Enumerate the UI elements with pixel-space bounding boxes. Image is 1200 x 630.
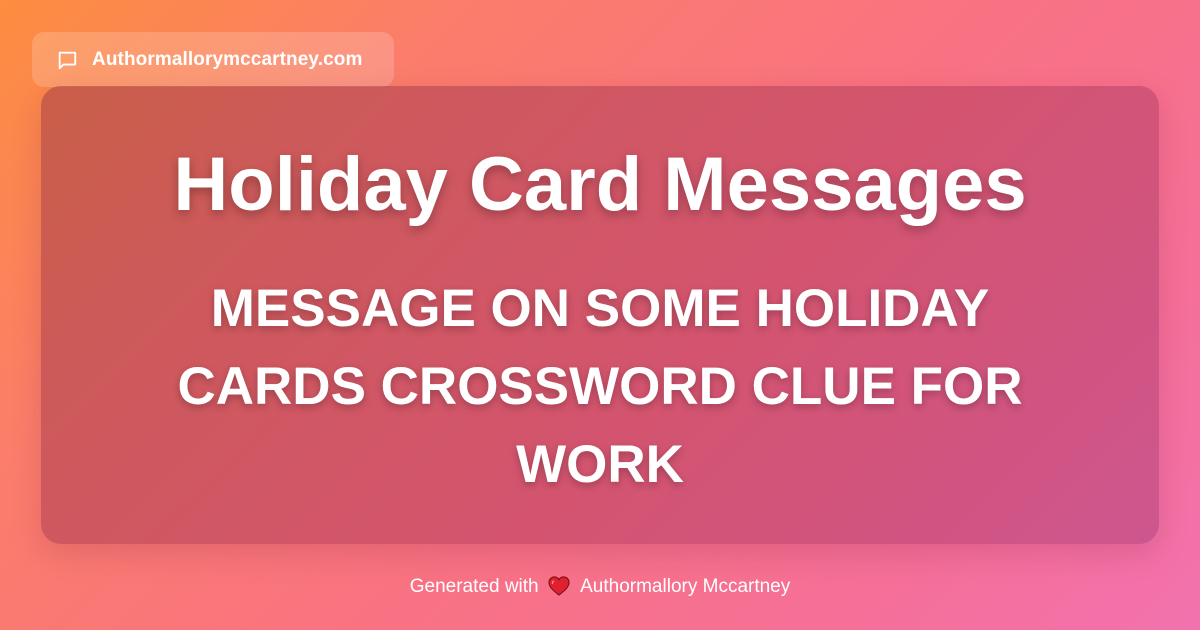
- page-title: Holiday Card Messages: [173, 142, 1027, 227]
- page-subtitle: MESSAGE ON SOME HOLIDAY CARDS CROSSWORD …: [177, 279, 1023, 494]
- heart-icon: [548, 576, 570, 604]
- site-badge[interactable]: Authormallorymccartney.com: [32, 32, 394, 87]
- footer-credit: Generated with Authormallory Mccartney: [0, 574, 1200, 604]
- footer-prefix: Generated with: [409, 576, 539, 597]
- chat-bubble-icon: [56, 49, 78, 71]
- site-domain-label: Authormallorymccartney.com: [92, 48, 363, 70]
- footer-author: Authormallory Mccartney: [580, 576, 791, 597]
